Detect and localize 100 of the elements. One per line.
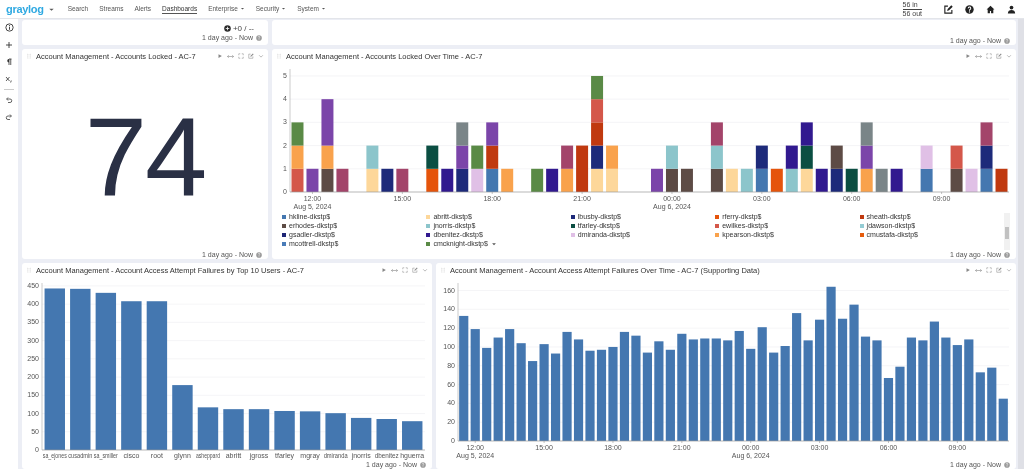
bar-segment[interactable]: [546, 168, 559, 192]
bar[interactable]: [172, 385, 193, 450]
bar-segment[interactable]: [755, 145, 768, 169]
bar[interactable]: [700, 338, 710, 441]
bar[interactable]: [596, 349, 607, 441]
bar[interactable]: [826, 286, 836, 441]
bar-segment[interactable]: [591, 145, 604, 169]
page-scrollbar[interactable]: [1018, 19, 1024, 469]
bar[interactable]: [803, 340, 813, 441]
bar[interactable]: [631, 335, 641, 441]
bar[interactable]: [929, 321, 939, 441]
bar-segment[interactable]: [815, 168, 828, 192]
bar[interactable]: [895, 366, 905, 441]
bar[interactable]: [608, 346, 618, 441]
bar-segment[interactable]: [486, 122, 499, 146]
bar-segment[interactable]: [381, 168, 394, 192]
help-icon[interactable]: [965, 4, 974, 14]
redo-icon[interactable]: [5, 113, 13, 121]
bar[interactable]: [964, 339, 974, 441]
bar[interactable]: [585, 350, 595, 441]
info-icon[interactable]: [4, 23, 14, 32]
bar[interactable]: [769, 352, 779, 441]
bar-segment[interactable]: [845, 168, 858, 192]
bar[interactable]: [941, 337, 951, 441]
bar[interactable]: [619, 331, 630, 441]
bar[interactable]: [121, 301, 142, 450]
edit-icon[interactable]: [944, 4, 953, 14]
bar-segment[interactable]: [830, 145, 843, 169]
bar[interactable]: [815, 319, 825, 441]
bar[interactable]: [688, 339, 698, 441]
bar[interactable]: [757, 327, 767, 441]
bar-segment[interactable]: [456, 168, 469, 192]
play-icon[interactable]: [965, 53, 971, 59]
bar[interactable]: [711, 338, 721, 441]
bar[interactable]: [860, 336, 871, 441]
bar[interactable]: [70, 288, 91, 450]
undo-icon[interactable]: [5, 96, 13, 104]
bar[interactable]: [883, 378, 894, 441]
bar-segment[interactable]: [441, 168, 454, 192]
bar-segment[interactable]: [785, 145, 798, 169]
bar[interactable]: [402, 421, 423, 450]
chevron-down-icon[interactable]: [1006, 53, 1012, 59]
bar[interactable]: [734, 330, 744, 441]
bar-segment[interactable]: [710, 122, 723, 146]
bar-segment[interactable]: [591, 122, 604, 146]
bar-segment[interactable]: [755, 168, 768, 192]
bar[interactable]: [505, 329, 515, 441]
scrollbar[interactable]: [1004, 213, 1010, 250]
bar[interactable]: [837, 318, 848, 441]
bar[interactable]: [516, 343, 526, 441]
bar[interactable]: [459, 315, 469, 441]
bar-segment[interactable]: [710, 168, 723, 192]
bar[interactable]: [723, 340, 733, 441]
bar-segment[interactable]: [680, 168, 693, 192]
bar[interactable]: [551, 353, 561, 441]
add-circle-icon[interactable]: [223, 24, 231, 32]
bar[interactable]: [918, 340, 928, 441]
bar[interactable]: [95, 292, 117, 450]
bar-segment[interactable]: [800, 145, 813, 169]
bar-segment[interactable]: [426, 145, 439, 169]
bar[interactable]: [642, 352, 652, 441]
bar[interactable]: [376, 419, 397, 450]
user-icon[interactable]: [1007, 4, 1016, 14]
bar[interactable]: [493, 337, 503, 441]
bar[interactable]: [299, 411, 321, 450]
caret-icon[interactable]: [490, 240, 497, 247]
horizontal-arrows-icon[interactable]: [975, 266, 982, 274]
bar[interactable]: [248, 409, 270, 450]
bar[interactable]: [654, 341, 664, 441]
bar[interactable]: [792, 313, 802, 441]
bar[interactable]: [573, 339, 584, 441]
bar[interactable]: [665, 349, 675, 441]
variable-icon[interactable]: [5, 75, 13, 83]
bar-segment[interactable]: [561, 145, 574, 169]
bar[interactable]: [849, 304, 859, 441]
bar[interactable]: [44, 288, 65, 450]
bar-segment[interactable]: [576, 145, 589, 192]
horizontal-arrows-icon[interactable]: [391, 266, 398, 274]
bar-segment[interactable]: [980, 145, 993, 169]
play-icon[interactable]: [381, 267, 387, 273]
bar[interactable]: [470, 329, 480, 441]
bar[interactable]: [677, 333, 687, 441]
chevron-down-icon[interactable]: [422, 267, 428, 273]
bar[interactable]: [350, 417, 372, 450]
bar[interactable]: [562, 331, 572, 441]
chevron-down-icon[interactable]: [1006, 267, 1012, 273]
horizontal-arrows-icon[interactable]: [975, 52, 982, 60]
bar-segment[interactable]: [800, 168, 813, 192]
bar[interactable]: [146, 301, 168, 450]
bar[interactable]: [906, 337, 916, 441]
bar-segment[interactable]: [800, 122, 813, 146]
bar-segment[interactable]: [591, 168, 604, 192]
bar-segment[interactable]: [785, 168, 798, 192]
bar[interactable]: [780, 346, 790, 441]
play-icon[interactable]: [217, 53, 223, 59]
bar[interactable]: [482, 347, 492, 441]
chevron-down-icon[interactable]: [258, 53, 264, 59]
bar[interactable]: [987, 367, 997, 441]
bar-segment[interactable]: [830, 168, 843, 192]
play-icon[interactable]: [965, 267, 971, 273]
